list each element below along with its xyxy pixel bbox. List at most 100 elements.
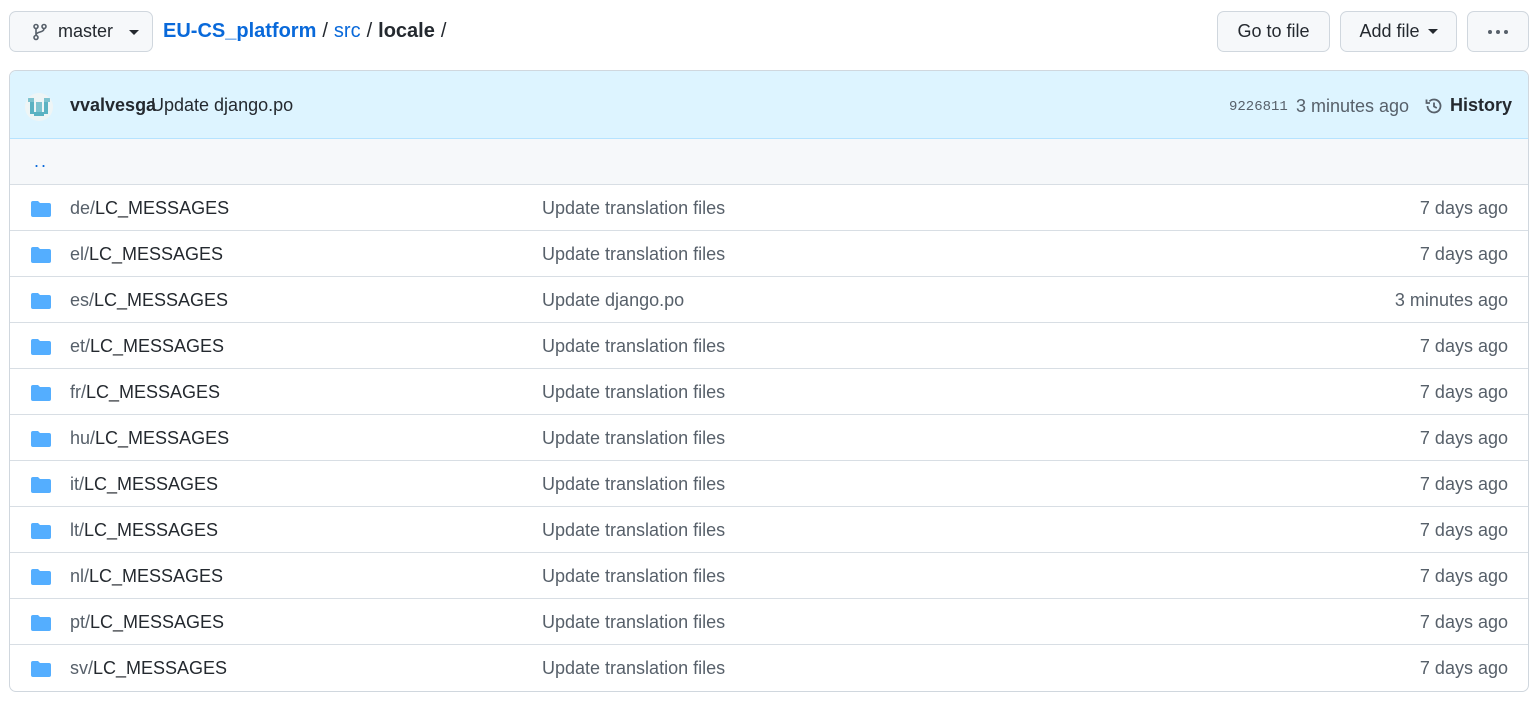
breadcrumb-separator: / (440, 20, 447, 42)
directory-prefix: nl/ (70, 566, 90, 586)
commit-message-link[interactable]: Update django.po (151, 95, 293, 116)
breadcrumb: EU-CS_platform / src / locale / (163, 11, 452, 52)
history-link[interactable]: History (1424, 95, 1512, 116)
directory-link[interactable]: fr/LC_MESSAGES (70, 382, 220, 403)
last-commit-message-link[interactable]: Update translation files (542, 244, 725, 265)
file-navigation: master EU-CS_platform / src / locale / G… (9, 11, 1529, 52)
last-commit-age: 7 days ago (1419, 566, 1508, 586)
history-icon (1425, 98, 1442, 113)
last-commit-age: 7 days ago (1419, 336, 1508, 356)
last-commit-age: 7 days ago (1419, 244, 1508, 264)
kebab-horizontal-icon (1488, 29, 1508, 34)
last-commit-message-link[interactable]: Update translation files (542, 566, 725, 587)
directory-name: LC_MESSAGES (86, 382, 221, 402)
last-commit-age: 7 days ago (1419, 428, 1508, 448)
breadcrumb-separator: / (322, 20, 328, 42)
last-commit-message-link[interactable]: Update translation files (542, 612, 725, 633)
directory-name: LC_MESSAGES (89, 244, 224, 264)
directory-name: LC_MESSAGES (89, 566, 224, 586)
last-commit-message-link[interactable]: Update translation files (542, 658, 725, 679)
folder-icon (31, 293, 51, 309)
file-row: nl/LC_MESSAGES Update translation files 7 … (10, 553, 1528, 599)
folder-icon (31, 661, 51, 677)
directory-name: LC_MESSAGES (93, 658, 228, 678)
directory-name: LC_MESSAGES (94, 290, 229, 310)
branch-name: master (58, 21, 114, 41)
breadcrumb-separator: / (366, 20, 373, 42)
directory-link[interactable]: hu/LC_MESSAGES (70, 428, 229, 449)
folder-icon (31, 615, 51, 631)
directory-link[interactable]: lt/LC_MESSAGES (70, 520, 218, 541)
file-row: sv/LC_MESSAGES Update translation files 7 … (10, 645, 1528, 691)
breadcrumb-current: locale (378, 20, 435, 42)
avatar[interactable] (25, 93, 53, 121)
file-row: it/LC_MESSAGES Update translation files 7 … (10, 461, 1528, 507)
file-row: es/LC_MESSAGES Update django.po 3 minutes … (10, 277, 1528, 323)
branch-select-button[interactable]: master (9, 11, 153, 52)
directory-name: LC_MESSAGES (95, 198, 230, 218)
file-row: el/LC_MESSAGES Update translation files 7 … (10, 231, 1528, 277)
directory-prefix: lt/ (70, 520, 85, 540)
last-commit-age: 7 days ago (1419, 520, 1508, 540)
parent-directory-link[interactable]: .. (34, 151, 48, 172)
directory-prefix: de/ (70, 198, 96, 218)
add-file-button[interactable]: Add file (1340, 11, 1457, 52)
directory-link[interactable]: et/LC_MESSAGES (70, 336, 224, 357)
chevron-down-icon (1427, 29, 1438, 34)
directory-name: LC_MESSAGES (90, 336, 225, 356)
directory-name: LC_MESSAGES (84, 474, 219, 494)
last-commit-message-link[interactable]: Update django.po (542, 290, 684, 311)
directory-link[interactable]: sv/LC_MESSAGES (70, 658, 227, 679)
folder-icon (31, 523, 51, 539)
directory-name: LC_MESSAGES (95, 428, 230, 448)
directory-prefix: el/ (70, 244, 90, 264)
directory-link[interactable]: it/LC_MESSAGES (70, 474, 218, 495)
chevron-down-icon (129, 30, 140, 35)
file-list-box: vvalvesga Update django.po 9226811 3 min… (9, 70, 1529, 692)
directory-link[interactable]: de/LC_MESSAGES (70, 198, 229, 219)
folder-icon (31, 431, 51, 447)
last-commit-age: 3 minutes ago (1394, 290, 1508, 310)
commit-author-link[interactable]: vvalvesga (70, 95, 156, 116)
breadcrumb-src-link[interactable]: src (334, 20, 361, 43)
add-file-label: Add file (1359, 21, 1420, 41)
folder-icon (31, 201, 51, 217)
last-commit-message-link[interactable]: Update translation files (542, 428, 725, 449)
directory-prefix: sv/ (70, 658, 94, 678)
directory-prefix: fr/ (70, 382, 86, 402)
last-commit-message-link[interactable]: Update translation files (542, 336, 725, 357)
file-row: de/LC_MESSAGES Update translation files 7 … (10, 185, 1528, 231)
directory-prefix: it/ (70, 474, 85, 494)
last-commit-age: 7 days ago (1419, 658, 1508, 678)
last-commit-message-link[interactable]: Update translation files (542, 382, 725, 403)
directory-prefix: es/ (70, 290, 95, 310)
commit-sha-link[interactable]: 9226811 (1229, 99, 1288, 115)
directory-name: LC_MESSAGES (90, 612, 225, 632)
more-options-button[interactable] (1467, 11, 1529, 52)
last-commit-message-link[interactable]: Update translation files (542, 474, 725, 495)
last-commit-age: 7 days ago (1419, 382, 1508, 402)
parent-directory-row: .. (10, 139, 1528, 185)
file-row: lt/LC_MESSAGES Update translation files 7 … (10, 507, 1528, 553)
file-row: pt/LC_MESSAGES Update translation files 7 … (10, 599, 1528, 645)
directory-link[interactable]: pt/LC_MESSAGES (70, 612, 224, 633)
folder-icon (31, 247, 51, 263)
latest-commit-bar: vvalvesga Update django.po 9226811 3 min… (10, 71, 1528, 139)
folder-icon (31, 477, 51, 493)
last-commit-age: 7 days ago (1419, 474, 1508, 494)
directory-link[interactable]: el/LC_MESSAGES (70, 244, 223, 265)
file-row: fr/LC_MESSAGES Update translation files 7 … (10, 369, 1528, 415)
directory-prefix: hu/ (70, 428, 96, 448)
last-commit-message-link[interactable]: Update translation files (542, 198, 725, 219)
go-to-file-button[interactable]: Go to file (1217, 11, 1330, 52)
last-commit-age: 7 days ago (1419, 612, 1508, 632)
last-commit-message-link[interactable]: Update translation files (542, 520, 725, 541)
file-row: hu/LC_MESSAGES Update translation files 7 … (10, 415, 1528, 461)
directory-link[interactable]: nl/LC_MESSAGES (70, 566, 223, 587)
git-branch-icon (33, 23, 47, 40)
folder-icon (31, 569, 51, 585)
directory-link[interactable]: es/LC_MESSAGES (70, 290, 228, 311)
last-commit-age: 7 days ago (1419, 198, 1508, 218)
file-rows: de/LC_MESSAGES Update translation files 7 … (10, 185, 1528, 691)
breadcrumb-repo-link[interactable]: EU-CS_platform (163, 20, 316, 43)
